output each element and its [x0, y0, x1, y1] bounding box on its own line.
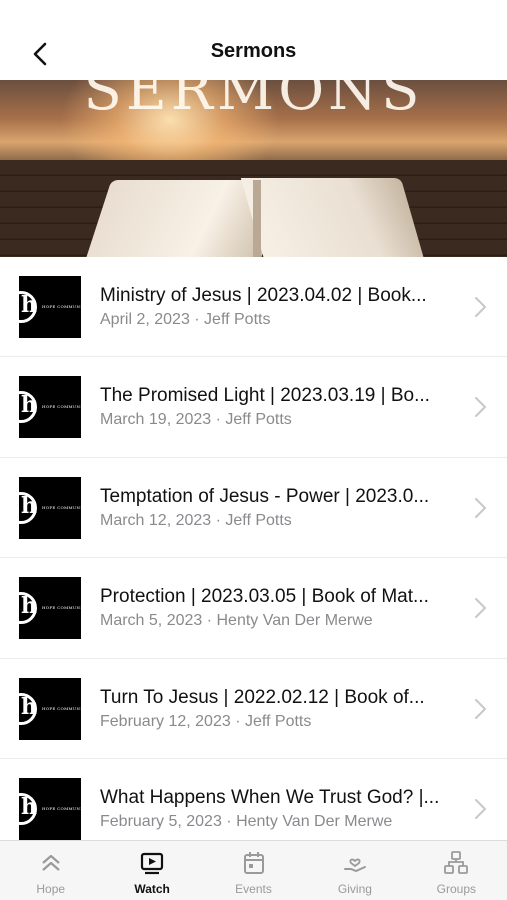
sermon-title: Protection | 2023.03.05 | Book of Mat...: [100, 586, 429, 608]
sermon-thumbnail: h HOPE COMMUNITY: [19, 577, 81, 640]
people-network-icon: [444, 851, 469, 874]
sermon-row[interactable]: h HOPE COMMUNITY Protection | 2023.03.05 |…: [0, 558, 507, 659]
sermon-subtitle: February 5, 2023 · Henty Van Der Merwe: [100, 812, 393, 830]
page-title: Sermons: [210, 40, 297, 62]
sermon-thumbnail: h HOPE COMMUNITY: [19, 276, 81, 338]
double-chevron-up-icon: [41, 854, 60, 871]
tab-label: Events: [235, 882, 272, 896]
play-screen-icon: [141, 852, 164, 875]
sermon-subtitle: March 19, 2023 · Jeff Potts: [100, 411, 292, 429]
tab-groups[interactable]: Groups: [406, 841, 507, 900]
sermon-subtitle: February 12, 2023 · Jeff Potts: [100, 712, 312, 730]
sermon-row[interactable]: h HOPE COMMUNITY Turn To Jesus | 2022.02.1…: [0, 658, 507, 759]
sermon-subtitle: April 2, 2023 · Jeff Potts: [100, 311, 271, 328]
tab-hope[interactable]: Hope: [0, 841, 101, 900]
sermon-row[interactable]: h HOPE COMMUNITY The Promised Light | 2023…: [0, 357, 507, 458]
calendar-icon: [243, 852, 264, 874]
tab-label: Hope: [36, 882, 66, 896]
logo-text: HOPE COMMUNITY: [42, 404, 81, 410]
sermon-thumbnail: h HOPE COMMUNITY: [19, 376, 81, 439]
logo-text: HOPE COMMUNITY: [42, 605, 81, 611]
logo-text: HOPE COMMUNITY: [42, 504, 81, 510]
logo-letter: h: [21, 693, 37, 720]
logo-letter: h: [21, 793, 37, 820]
header: Sermons: [0, 28, 507, 80]
logo-letter: h: [21, 392, 37, 419]
tab-label: Watch: [134, 882, 170, 896]
sermon-subtitle: March 12, 2023 · Jeff Potts: [100, 511, 292, 529]
sermon-title: Turn To Jesus | 2022.02.12 | Book of...: [100, 686, 425, 708]
sermon-list: h HOPE COMMUNITY Ministry of Jesus | 2023.…: [0, 257, 507, 860]
sermon-title: Temptation of Jesus - Power | 2023.0...: [100, 485, 430, 507]
sermon-title: Ministry of Jesus | 2023.04.02 | Book...: [100, 285, 427, 306]
hero-title: SERMONS: [83, 80, 424, 123]
chevron-right-icon: [475, 397, 486, 418]
logo-text: HOPE COMMUNITY: [42, 705, 81, 711]
logo-text: HOPE COMMUNITY: [42, 805, 81, 811]
logo-letter: h: [21, 492, 37, 519]
sermon-thumbnail: h HOPE COMMUNITY: [19, 476, 81, 539]
sermon-row[interactable]: h HOPE COMMUNITY Temptation of Jesus - Pow…: [0, 457, 507, 559]
tab-label: Giving: [337, 882, 372, 896]
book-spine: [253, 180, 261, 257]
chevron-right-icon: [475, 297, 486, 317]
tab-events[interactable]: Events: [203, 841, 304, 900]
logo-text: HOPE COMMUNITY: [42, 304, 81, 309]
sermon-subtitle: March 5, 2023 · Henty Van Der Merwe: [100, 612, 373, 630]
hand-heart-icon: [343, 858, 366, 873]
tab-watch[interactable]: Watch: [101, 841, 202, 900]
tab-bar: Hope Watch Events Giving Groups: [0, 840, 507, 900]
chevron-right-icon: [475, 497, 486, 518]
sermon-title: What Happens When We Trust God? |...: [100, 786, 440, 808]
sermon-title: The Promised Light | 2023.03.19 | Bo...: [100, 385, 430, 407]
hero-banner: SERMONS: [0, 80, 507, 257]
chevron-right-icon: [475, 698, 486, 719]
sermon-thumbnail: h HOPE COMMUNITY: [19, 677, 81, 740]
sermon-row[interactable]: h HOPE COMMUNITY Ministry of Jesus | 2023.…: [0, 257, 507, 358]
tab-label: Groups: [436, 882, 476, 896]
status-bar: [0, 0, 507, 28]
sermon-thumbnail: h HOPE COMMUNITY: [19, 777, 81, 840]
chevron-right-icon: [475, 798, 486, 819]
logo-letter: h: [21, 593, 37, 620]
tab-giving[interactable]: Giving: [304, 841, 405, 900]
logo-letter: h: [21, 292, 37, 318]
chevron-right-icon: [475, 598, 486, 619]
